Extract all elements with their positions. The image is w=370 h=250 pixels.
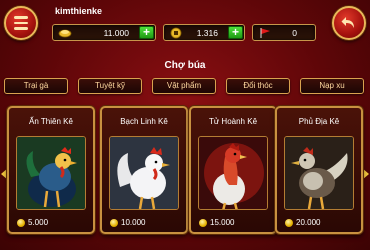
flag-value: 0 xyxy=(292,28,297,38)
gold-bar-icon xyxy=(58,29,72,38)
flag-counter: 0 xyxy=(252,24,316,41)
item-price: 10.000 xyxy=(110,218,145,227)
item-price: 5.000 xyxy=(17,218,48,227)
item-name: Bạch Linh Kê xyxy=(120,117,168,126)
tab-tuyet-ky[interactable]: Tuyệt kỹ xyxy=(78,78,142,94)
add-coin-button[interactable]: + xyxy=(228,26,243,39)
tab-trai-ga[interactable]: Trại gà xyxy=(4,78,68,94)
username-label: kimthienke xyxy=(55,6,103,16)
tab-doi-thoc[interactable]: Đổi thóc xyxy=(226,78,290,94)
rooster-image xyxy=(109,136,179,210)
coin-counter: 1.316 + xyxy=(163,24,245,41)
gold-counter: 11.000 + xyxy=(52,24,156,41)
shop-item-card[interactable]: Tử Hoành Kê 15.000 xyxy=(189,106,277,234)
item-name: Ấn Thiên Kê xyxy=(29,117,73,126)
page-title: Chợ búa xyxy=(164,60,206,71)
rooster-image xyxy=(198,136,268,210)
shop-item-card[interactable]: Phủ Địa Kê 20.000 xyxy=(275,106,363,234)
tab-nap-xu[interactable]: Nạp xu xyxy=(300,78,364,94)
gold-coin-icon xyxy=(199,218,207,227)
red-flag-icon xyxy=(260,28,270,38)
gold-coin-icon xyxy=(110,218,118,227)
coin-icon xyxy=(170,27,182,39)
back-arrow-icon xyxy=(341,17,354,28)
back-button[interactable] xyxy=(332,6,366,40)
gold-coin-icon xyxy=(17,218,25,227)
tab-vat-pham[interactable]: Vật phẩm xyxy=(152,78,216,94)
shop-item-card[interactable]: Ấn Thiên Kê 5.000 xyxy=(7,106,95,234)
item-price: 20.000 xyxy=(285,218,320,227)
shop-screen: kimthienke 11.000 + 1.316 + 0 Chợ búa Tr… xyxy=(0,0,370,250)
coin-value: 1.316 xyxy=(196,28,218,38)
scroll-right-arrow[interactable] xyxy=(362,168,369,180)
item-price: 15.000 xyxy=(199,218,234,227)
gold-coin-icon xyxy=(285,218,293,227)
rooster-image xyxy=(16,136,86,210)
menu-button[interactable] xyxy=(4,6,38,40)
shop-item-card[interactable]: Bạch Linh Kê 10.000 xyxy=(100,106,188,234)
add-gold-button[interactable]: + xyxy=(139,26,154,39)
item-name: Tử Hoành Kê xyxy=(208,117,258,126)
rooster-image xyxy=(284,136,354,210)
item-name: Phủ Địa Kê xyxy=(298,117,340,126)
hamburger-icon xyxy=(14,16,28,19)
gold-value: 11.000 xyxy=(103,28,129,38)
